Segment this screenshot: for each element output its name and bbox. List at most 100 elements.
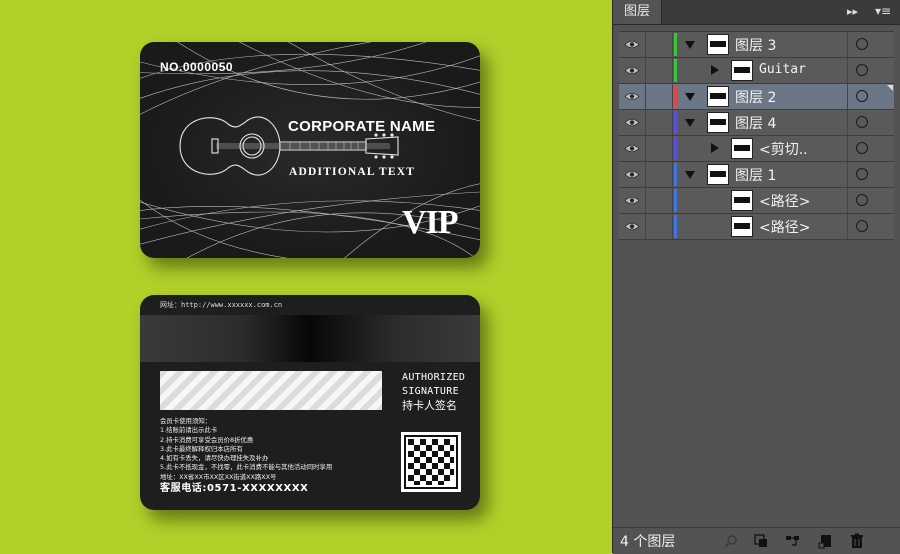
vip-label: VIP: [402, 204, 459, 241]
target-column: [847, 188, 895, 213]
layer-thumbnail: [731, 138, 753, 159]
lock-toggle[interactable]: [646, 58, 673, 83]
rule-line: 3.此卡最终解释权归本店所有: [160, 444, 243, 453]
panel-footer: 4 个图层: [613, 527, 900, 554]
expand-right-icon[interactable]: [711, 65, 719, 75]
layer-thumbnail: [707, 34, 729, 55]
target-column: [847, 136, 895, 161]
layer-thumbnail: [707, 164, 729, 185]
lock-toggle[interactable]: [646, 136, 673, 161]
layer-row[interactable]: 图层 4: [619, 110, 894, 136]
new-layer-icon[interactable]: [817, 533, 833, 549]
lock-toggle[interactable]: [646, 162, 673, 187]
authorized-signature: AUTHORIZED SIGNATURE 持卡人签名: [402, 371, 465, 413]
rule-line: 2.持卡消费可享受会员价8折优惠: [160, 435, 254, 444]
layer-name[interactable]: 图层 3: [735, 35, 776, 55]
usage-rules: 会员卡使用须知： 1.结账前请出示此卡 2.持卡消费可享受会员价8折优惠 3.此…: [160, 417, 332, 482]
expand-right-icon[interactable]: [711, 143, 719, 153]
target-column: [847, 58, 895, 83]
layer-name[interactable]: 图层 1: [735, 165, 776, 185]
expand-down-icon[interactable]: [685, 171, 695, 179]
visibility-eye-icon[interactable]: [619, 136, 646, 161]
layer-color-bar: [674, 85, 677, 108]
target-circle-icon[interactable]: [856, 38, 868, 50]
target-column: [847, 162, 895, 187]
target-circle-icon[interactable]: [856, 64, 868, 76]
visibility-eye-icon[interactable]: [619, 32, 646, 57]
target-column: [847, 84, 895, 109]
website-url: 网址：http://www.xxxxxx.com.cn: [160, 301, 283, 309]
panel-menu-icon[interactable]: ▾≡: [875, 4, 891, 18]
layer-row[interactable]: <路径>: [619, 188, 894, 214]
target-column: [847, 32, 895, 57]
layer-row[interactable]: <路径>: [619, 214, 894, 240]
layer-color-bar: [674, 137, 677, 160]
layers-panel: 图层 ▸▸ ▾≡ 图层 3 Guitar 图层 2 图层 4 <剪切.. 图层 1 <路径>…: [612, 0, 900, 554]
layer-count: 4 个图层: [620, 534, 676, 550]
layer-color-bar: [674, 189, 677, 212]
layer-row[interactable]: 图层 2: [619, 84, 894, 110]
layer-name[interactable]: 图层 4: [735, 113, 776, 133]
target-circle-icon[interactable]: [856, 194, 868, 206]
rule-line: 1.结账前请出示此卡: [160, 426, 218, 435]
layer-color-bar: [674, 111, 677, 134]
card-front: NO.0000050 CORPORATE NAME ADDITIONAL TEX…: [140, 42, 480, 258]
layer-color-bar: [674, 163, 677, 186]
target-column: [847, 214, 895, 239]
visibility-eye-icon[interactable]: [619, 214, 646, 239]
layer-thumbnail: [731, 60, 753, 81]
target-circle-icon[interactable]: [856, 142, 868, 154]
layer-thumbnail: [731, 190, 753, 211]
layer-row[interactable]: Guitar: [619, 58, 894, 84]
lock-toggle[interactable]: [646, 84, 673, 109]
rule-line: 会员卡使用须知：: [160, 417, 212, 425]
tab-layers[interactable]: 图层: [613, 0, 662, 24]
lock-toggle[interactable]: [646, 110, 673, 135]
layer-color-bar: [674, 33, 677, 56]
lock-toggle[interactable]: [646, 188, 673, 213]
qr-code-icon: [401, 432, 461, 492]
service-hotline: 客服电话:0571-XXXXXXXX: [160, 483, 309, 494]
layer-color-bar: [674, 59, 677, 82]
lock-toggle[interactable]: [646, 32, 673, 57]
layer-thumbnail: [707, 112, 729, 133]
card-back: 网址：http://www.xxxxxx.com.cn AUTHORIZED S…: [140, 295, 480, 510]
target-circle-icon[interactable]: [856, 220, 868, 232]
lock-toggle[interactable]: [646, 214, 673, 239]
layer-color-bar: [674, 215, 677, 238]
layer-row[interactable]: <剪切..: [619, 136, 894, 162]
layer-row[interactable]: 图层 3: [619, 32, 894, 58]
layer-name[interactable]: <剪切..: [759, 139, 808, 159]
additional-text: ADDITIONAL TEXT: [289, 166, 416, 178]
auth-line-1: AUTHORIZED: [402, 372, 466, 383]
layer-name[interactable]: <路径>: [759, 217, 810, 237]
magnetic-strip: [140, 315, 480, 362]
panel-tab-bar: 图层 ▸▸ ▾≡: [613, 0, 900, 25]
new-sublayer-icon[interactable]: [785, 533, 801, 549]
corporate-name: CORPORATE NAME: [288, 118, 436, 135]
expand-down-icon[interactable]: [685, 93, 695, 101]
locate-object-icon[interactable]: [723, 533, 739, 549]
layer-name[interactable]: <路径>: [759, 191, 810, 211]
trash-icon[interactable]: [849, 533, 865, 549]
layer-name[interactable]: 图层 2: [735, 87, 776, 107]
layer-name[interactable]: Guitar: [759, 62, 806, 77]
expand-down-icon[interactable]: [685, 41, 695, 49]
layer-list: 图层 3 Guitar 图层 2 图层 4 <剪切.. 图层 1 <路径> <路径>: [619, 31, 894, 240]
make-clipping-mask-icon[interactable]: [753, 533, 769, 549]
expand-down-icon[interactable]: [685, 119, 695, 127]
double-chevron-right-icon[interactable]: ▸▸: [847, 5, 858, 18]
signature-panel: [160, 371, 382, 410]
target-circle-icon[interactable]: [856, 90, 868, 102]
target-circle-icon[interactable]: [856, 116, 868, 128]
target-column: [847, 110, 895, 135]
target-circle-icon[interactable]: [856, 168, 868, 180]
visibility-eye-icon[interactable]: [619, 58, 646, 83]
layer-thumbnail: [707, 86, 729, 107]
visibility-eye-icon[interactable]: [619, 162, 646, 187]
visibility-eye-icon[interactable]: [619, 188, 646, 213]
layer-row[interactable]: 图层 1: [619, 162, 894, 188]
visibility-eye-icon[interactable]: [619, 84, 646, 109]
rule-line: 5.此卡不抵现金，不找零，此卡消费不能与其他活动同时享用: [160, 463, 333, 472]
visibility-eye-icon[interactable]: [619, 110, 646, 135]
